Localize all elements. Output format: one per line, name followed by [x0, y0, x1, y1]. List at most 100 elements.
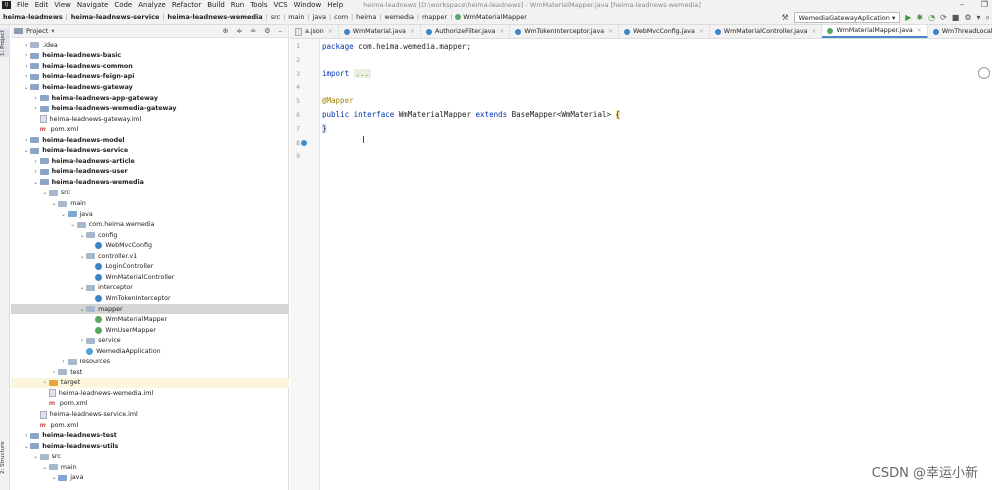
tree-item[interactable]: ⌄ main — [11, 462, 289, 473]
tree-item[interactable]: ⌄ heima-leadnews-wemedia — [11, 177, 289, 188]
chevron-right-icon[interactable]: › — [22, 42, 30, 49]
hammer-icon[interactable]: ⚒ — [782, 13, 789, 23]
menu-refactor[interactable]: Refactor — [172, 1, 201, 9]
tree-item[interactable]: › test — [11, 367, 289, 378]
menu-navigate[interactable]: Navigate — [77, 1, 108, 9]
editor-tab[interactable]: WmMaterialMapper.java × — [822, 25, 928, 38]
chevron-down-icon[interactable]: ⌄ — [78, 284, 86, 291]
run-icon[interactable]: ▶ — [905, 13, 911, 23]
menu-analyze[interactable]: Analyze — [138, 1, 166, 9]
menu-tools[interactable]: Tools — [250, 1, 267, 9]
tree-item[interactable]: WmUserMapper — [11, 325, 289, 336]
structure-tool-tab[interactable]: 2: Structure — [0, 437, 10, 479]
chevron-right-icon[interactable]: › — [32, 158, 40, 165]
tree-item[interactable]: ⌄ controller.v1 — [11, 251, 289, 262]
close-icon[interactable]: × — [328, 28, 333, 35]
chevron-down-icon[interactable]: ⌄ — [32, 179, 40, 186]
chevron-down-icon[interactable]: ⌄ — [60, 211, 68, 218]
tree-item[interactable]: WmTokenInterceptor — [11, 293, 289, 304]
tree-item[interactable]: WmMaterialMapper — [11, 314, 289, 325]
tree-item[interactable]: LoginController — [11, 262, 289, 273]
project-tool-tab[interactable]: 1: Project — [0, 29, 10, 57]
tree-item[interactable]: › heima-leadnews-feign-api — [11, 72, 289, 83]
tree-item[interactable]: WemediaApplication — [11, 346, 289, 357]
search-everywhere-icon[interactable]: ⌕ — [986, 13, 990, 23]
breadcrumb-item[interactable]: mapper — [422, 13, 447, 21]
tree-item[interactable]: WebMvcConfig — [11, 240, 289, 251]
chevron-down-icon[interactable]: ⌄ — [22, 147, 30, 154]
tree-item[interactable]: › heima-leadnews-user — [11, 167, 289, 178]
tree-item[interactable]: › resources — [11, 357, 289, 368]
chevron-right-icon[interactable]: › — [32, 95, 40, 102]
editor-tab[interactable]: WmThreadLocalUtil.java× — [928, 25, 992, 38]
folded-imports[interactable]: ... — [353, 69, 372, 78]
chevron-down-icon[interactable]: ⌄ — [22, 443, 30, 450]
editor-tab[interactable]: WmMaterialController.java × — [710, 25, 823, 38]
tree-item[interactable]: ⌄ src — [11, 451, 289, 462]
tree-item[interactable]: m pom.xml — [11, 124, 289, 135]
menu-code[interactable]: Code — [114, 1, 132, 9]
menu-file[interactable]: File — [17, 1, 29, 9]
chevron-down-icon[interactable]: ⌄ — [32, 453, 40, 460]
chevron-right-icon[interactable]: › — [50, 369, 58, 376]
chevron-down-icon[interactable]: ⌄ — [78, 306, 86, 313]
chevron-down-icon[interactable]: ⌄ — [50, 474, 58, 481]
editor-tab[interactable]: WebMvcConfig.java × — [619, 25, 710, 38]
tree-item[interactable]: ⌄ com.heima.wemedia — [11, 219, 289, 230]
close-icon[interactable]: × — [608, 28, 613, 35]
chevron-right-icon[interactable]: › — [22, 63, 30, 70]
tree-item[interactable]: › service — [11, 335, 289, 346]
tree-item[interactable]: › heima-leadnews-test — [11, 430, 289, 441]
settings-icon[interactable]: ⚙ — [964, 13, 971, 23]
tree-item[interactable]: ⌄ java — [11, 473, 289, 484]
tree-item[interactable]: m pom.xml — [11, 399, 289, 410]
tree-item[interactable]: ⌄ interceptor — [11, 283, 289, 294]
chevron-right-icon[interactable]: › — [22, 137, 30, 144]
chevron-right-icon[interactable]: › — [78, 337, 86, 344]
editor-tab[interactable]: AuthorizeFilter.java × — [421, 25, 511, 38]
menu-build[interactable]: Build — [207, 1, 225, 9]
menu-help[interactable]: Help — [327, 1, 343, 9]
editor-tab[interactable]: WmTokenInterceptor.java × — [510, 25, 620, 38]
coverage-icon[interactable]: ◔ — [928, 13, 935, 23]
breadcrumb-item[interactable]: java — [313, 13, 327, 21]
menu-edit[interactable]: Edit — [35, 1, 49, 9]
chevron-down-icon[interactable]: ⌄ — [41, 464, 49, 471]
tree-item[interactable]: ⌄ src — [11, 188, 289, 199]
close-icon[interactable]: × — [499, 28, 504, 35]
close-icon[interactable]: × — [410, 28, 415, 35]
implementations-gutter-icon[interactable] — [301, 140, 307, 146]
chevron-down-icon[interactable]: ⌄ — [22, 84, 30, 91]
tree-item[interactable]: ⌄ config — [11, 230, 289, 241]
chevron-right-icon[interactable]: › — [32, 105, 40, 112]
close-icon[interactable]: × — [917, 27, 922, 34]
chevron-down-icon[interactable]: ▾ — [977, 13, 981, 23]
menu-view[interactable]: View — [54, 1, 71, 9]
tree-item[interactable]: ⌄ heima-leadnews-gateway — [11, 82, 289, 93]
editor-tab[interactable]: a.json × — [290, 25, 339, 38]
breadcrumb-item[interactable]: wemedia — [384, 13, 414, 21]
stop-icon[interactable]: ■ — [952, 13, 960, 23]
gear-icon[interactable]: ⚙ — [264, 27, 270, 35]
tree-item[interactable]: ⌄ heima-leadnews-utils — [11, 441, 289, 452]
locate-file-icon[interactable]: ⊕ — [223, 27, 229, 35]
chevron-down-icon[interactable]: ⌄ — [50, 200, 58, 207]
collapse-all-icon[interactable]: ≑ — [236, 27, 242, 35]
chevron-right-icon[interactable]: › — [32, 168, 40, 175]
menu-vcs[interactable]: VCS — [273, 1, 287, 9]
breadcrumb-item[interactable]: heima-leadnews-service — [71, 13, 160, 21]
tree-item[interactable]: › .idea — [11, 40, 289, 51]
tree-item[interactable]: ⌄ heima-leadnews-service — [11, 146, 289, 157]
close-icon[interactable]: × — [699, 28, 704, 35]
tree-item[interactable]: › heima-leadnews-article — [11, 156, 289, 167]
chevron-down-icon[interactable]: ▾ — [51, 27, 54, 35]
breadcrumb-item[interactable]: heima-leadnews — [3, 13, 63, 21]
code-editor[interactable]: package com.heima.wemedia.mapper; import… — [322, 39, 992, 490]
chevron-right-icon[interactable]: › — [22, 52, 30, 59]
chevron-right-icon[interactable]: › — [22, 73, 30, 80]
breadcrumb-item[interactable]: heima — [356, 13, 376, 21]
tree-item[interactable]: ⌄ java — [11, 209, 289, 220]
project-panel-title[interactable]: Project — [26, 27, 48, 35]
tree-item[interactable]: › heima-leadnews-basic — [11, 51, 289, 62]
chevron-right-icon[interactable]: › — [41, 379, 49, 386]
